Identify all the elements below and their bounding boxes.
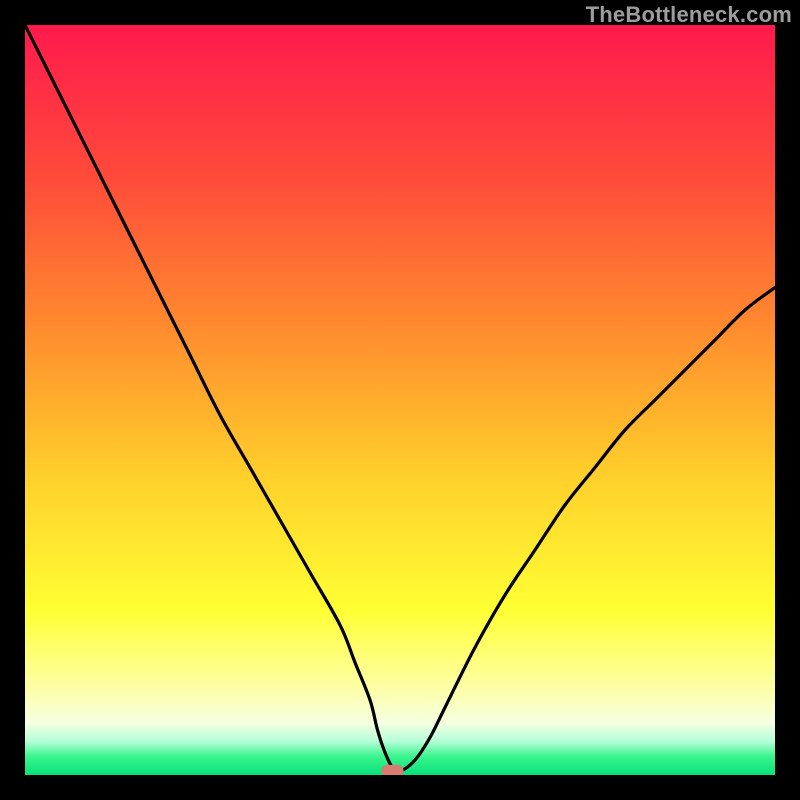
- chart-plot-area: [25, 25, 775, 775]
- gradient-background: [25, 25, 775, 775]
- minimum-marker: [382, 765, 404, 775]
- chart-frame: TheBottleneck.com: [0, 0, 800, 800]
- bottleneck-chart: [25, 25, 775, 775]
